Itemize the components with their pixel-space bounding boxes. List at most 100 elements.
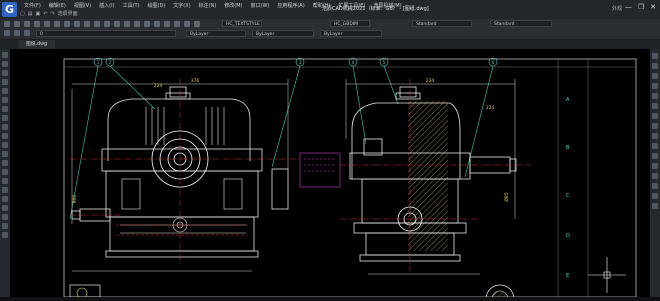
tool-icon[interactable] [4, 21, 10, 27]
layer-select[interactable]: 0 [36, 30, 176, 37]
join-tool-icon[interactable] [652, 173, 658, 179]
line-tool-icon[interactable] [2, 52, 8, 58]
drawing-canvas[interactable]: 1 2 3 4 5 6 A B C D E 376 224 234 124 Ø8… [10, 49, 650, 301]
close-icon[interactable]: ✕ [650, 3, 656, 11]
scale-tool-icon[interactable] [652, 123, 658, 129]
arc-tool-icon[interactable] [2, 79, 8, 85]
dim-left-top: 376 [191, 78, 200, 84]
revcloud-tool-icon[interactable] [2, 223, 8, 229]
gradient-tool-icon[interactable] [2, 169, 8, 175]
block-tool-icon[interactable] [2, 124, 8, 130]
tool-icon[interactable] [24, 21, 30, 27]
menu-text[interactable]: 文字(X) [169, 2, 194, 10]
polygon-tool-icon[interactable] [2, 97, 8, 103]
menu-draw[interactable]: 绘图(D) [144, 2, 170, 10]
dim-right-mid: 124 [486, 105, 495, 111]
multileader-style-select[interactable]: Standard [490, 20, 552, 27]
appearance-label[interactable]: 外观 [612, 5, 622, 12]
menu-insert[interactable]: 插入(I) [95, 2, 118, 10]
polyline-tool-icon[interactable] [2, 61, 8, 67]
rectangle-tool-icon[interactable] [2, 88, 8, 94]
tool-icon[interactable] [14, 21, 20, 27]
minimize-icon[interactable]: — [625, 3, 632, 11]
trim-tool-icon[interactable] [652, 143, 658, 149]
workspace-label[interactable]: 浩辰界面 [58, 10, 78, 18]
lineweight-select[interactable]: ByLayer [320, 30, 382, 37]
layer-state-icon[interactable] [14, 30, 20, 36]
menu-view[interactable]: 视图(V) [70, 2, 95, 10]
break-tool-icon[interactable] [652, 163, 658, 169]
save-icon[interactable]: ▣ [35, 10, 40, 18]
linetype-select[interactable]: ByLayer [252, 30, 314, 37]
move-tool-icon[interactable] [652, 103, 658, 109]
mirror-tool-icon[interactable] [652, 73, 658, 79]
erase-tool-icon[interactable] [652, 53, 658, 59]
mtext-tool-icon[interactable] [2, 187, 8, 193]
menu-modify[interactable]: 修改(M) [220, 2, 246, 10]
color-select[interactable]: ByLayer [186, 30, 246, 37]
insert-tool-icon[interactable] [2, 205, 8, 211]
extend-tool-icon[interactable] [652, 153, 658, 159]
table-style-select[interactable]: Standard [412, 20, 472, 27]
layer-icon[interactable] [4, 30, 10, 36]
tool-icon[interactable] [84, 21, 90, 27]
tool-icon[interactable] [134, 21, 140, 27]
row-marker-d: D [566, 233, 570, 239]
open-file-icon[interactable]: ▤ [28, 10, 33, 18]
tool-icon[interactable] [194, 21, 200, 27]
offset-tool-icon[interactable] [652, 83, 658, 89]
tool-icon[interactable] [54, 21, 60, 27]
copy-tool-icon[interactable] [652, 63, 658, 69]
hatch-tool-icon[interactable] [2, 133, 8, 139]
app-logo-icon[interactable]: G [2, 2, 17, 17]
tool-icon[interactable] [64, 21, 70, 27]
tool-icon[interactable] [44, 21, 50, 27]
dim-height: 600 [72, 195, 78, 204]
rotate-tool-icon[interactable] [652, 113, 658, 119]
point-tool-icon[interactable] [2, 160, 8, 166]
tool-icon[interactable] [184, 21, 190, 27]
tool-icon[interactable] [104, 21, 110, 27]
fillet-tool-icon[interactable] [652, 193, 658, 199]
ellipse-tool-icon[interactable] [2, 115, 8, 121]
stretch-tool-icon[interactable] [652, 133, 658, 139]
tool-icon[interactable] [124, 21, 130, 27]
menu-file[interactable]: 文件(F) [20, 2, 45, 10]
tool-icon[interactable] [74, 21, 80, 27]
dim-style-select[interactable]: HC_GBDIM [330, 20, 370, 27]
layer-freeze-icon[interactable] [24, 30, 30, 36]
menu-apps[interactable]: 应用程序(A) [273, 2, 308, 10]
tool-icon[interactable] [34, 21, 40, 27]
tool-icon[interactable] [174, 21, 180, 27]
menu-edit[interactable]: 编辑(E) [45, 2, 70, 10]
text-style-select[interactable]: HC_TEXTSTYLE [222, 20, 262, 27]
quick-access-toolbar: ▢ ▤ ▣ ↶ ↷ 浩辰界面 [20, 10, 78, 18]
text-tool-icon[interactable] [2, 196, 8, 202]
tool-icon[interactable] [144, 21, 150, 27]
explode-tool-icon[interactable] [652, 203, 658, 209]
front-view-hidden [116, 224, 248, 236]
table-tool-icon[interactable] [2, 151, 8, 157]
chamfer-tool-icon[interactable] [652, 183, 658, 189]
redo-icon[interactable]: ↷ [50, 10, 54, 18]
xline-tool-icon[interactable] [2, 232, 8, 238]
menu-dimension[interactable]: 标注(N) [195, 2, 221, 10]
menu-window[interactable]: 窗口(W) [247, 2, 274, 10]
tool-icon[interactable] [94, 21, 100, 27]
circle-tool-icon[interactable] [2, 70, 8, 76]
new-file-icon[interactable]: ▢ [20, 10, 25, 18]
tool-icon[interactable] [154, 21, 160, 27]
shaft-projection [299, 152, 341, 188]
array-tool-icon[interactable] [652, 93, 658, 99]
menu-tools[interactable]: 工具(T) [119, 2, 144, 10]
wipeout-tool-icon[interactable] [2, 214, 8, 220]
tool-icon[interactable] [114, 21, 120, 27]
boundary-tool-icon[interactable] [2, 178, 8, 184]
maximize-icon[interactable]: ❐ [638, 3, 644, 11]
region-tool-icon[interactable] [2, 142, 8, 148]
left-tool-palette [0, 49, 10, 297]
spline-tool-icon[interactable] [2, 106, 8, 112]
undo-icon[interactable]: ↶ [43, 10, 47, 18]
tab-drawing[interactable]: 图纸.dwg [18, 40, 56, 49]
tool-icon[interactable] [164, 21, 170, 27]
